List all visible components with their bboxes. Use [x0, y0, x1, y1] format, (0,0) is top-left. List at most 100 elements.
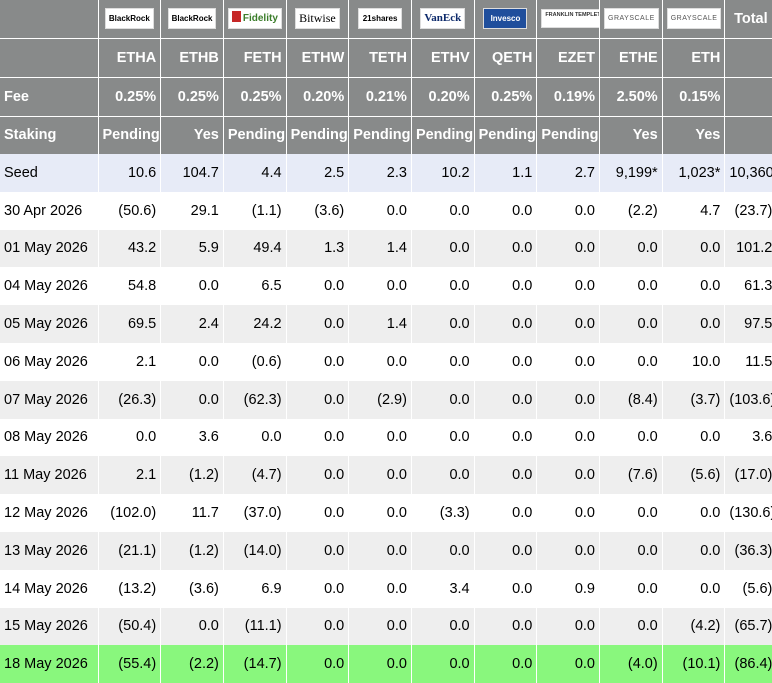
flow-cell: 0.0 — [286, 342, 350, 381]
staking-value: Yes — [662, 115, 726, 154]
flow-cell: 0.0 — [348, 191, 412, 230]
flow-cell: (5.6) — [662, 456, 726, 495]
ticker-header: ETHV — [411, 37, 475, 77]
total-cell: 101.2 — [724, 229, 772, 268]
flow-cell: 0.0 — [662, 418, 726, 457]
ticker-header: ETHB — [160, 37, 224, 77]
flow-cell: 0.0 — [474, 229, 538, 268]
flow-cell: 0.0 — [662, 569, 726, 608]
fee-value: 0.25% — [98, 76, 162, 116]
total-cell: (65.7) — [724, 607, 772, 646]
ticker-header: FETH — [223, 37, 287, 77]
flow-cell: (2.2) — [160, 645, 224, 683]
flow-cell: 0.0 — [474, 305, 538, 343]
flow-cell: (14.0) — [223, 531, 287, 570]
invesco-logo: Invesco — [483, 8, 528, 30]
flow-cell: 0.0 — [348, 342, 412, 381]
flow-cell: 43.2 — [98, 229, 162, 268]
issuer-logo: BlackRock — [98, 0, 162, 38]
date-cell: Seed — [0, 154, 99, 192]
flow-cell: 0.0 — [348, 645, 412, 683]
flow-cell: 0.0 — [348, 569, 412, 608]
flow-cell: 0.0 — [536, 380, 600, 419]
franklin-templeton-logo: FRANKLIN TEMPLETON — [541, 9, 599, 29]
flow-cell: 0.0 — [599, 342, 663, 381]
flow-cell: 11.7 — [160, 494, 224, 532]
flow-cell: 0.0 — [286, 418, 350, 457]
flow-cell: 1.4 — [348, 305, 412, 343]
flow-cell: 0.0 — [474, 380, 538, 419]
flow-cell: 0.0 — [411, 267, 475, 306]
flow-cell: (55.4) — [98, 645, 162, 683]
flow-cell: 0.0 — [536, 342, 600, 381]
flow-cell: 4.4 — [223, 154, 287, 192]
flow-cell: (14.7) — [223, 645, 287, 683]
flow-cell: 0.0 — [662, 267, 726, 306]
flow-cell: 0.0 — [411, 380, 475, 419]
flow-cell: 0.9 — [536, 569, 600, 608]
flow-cell: 0.0 — [286, 267, 350, 306]
ticker-row: ETHA ETHB FETH ETHW TETH ETHV QETH EZET … — [0, 37, 772, 77]
flow-cell: 0.0 — [599, 569, 663, 608]
ticker-header: EZET — [536, 37, 600, 77]
date-cell: 12 May 2026 — [0, 494, 99, 532]
fee-value: 0.25% — [160, 76, 224, 116]
flow-cell: (50.4) — [98, 607, 162, 646]
flow-cell: 0.0 — [411, 418, 475, 457]
flow-cell: (0.6) — [223, 342, 287, 381]
issuer-logo: Invesco — [474, 0, 538, 38]
flow-cell: 10.0 — [662, 342, 726, 381]
total-cell: (17.0) — [724, 456, 772, 495]
total-ticker-cell — [724, 37, 772, 77]
staking-value: Pending — [223, 115, 287, 154]
flow-cell: 0.0 — [599, 305, 663, 343]
flow-cell: 0.0 — [160, 342, 224, 381]
flow-cell: 10.6 — [98, 154, 162, 192]
flow-cell: (26.3) — [98, 380, 162, 419]
flow-cell: 5.9 — [160, 229, 224, 268]
total-cell: 61.3 — [724, 267, 772, 306]
flow-cell: 4.7 — [662, 191, 726, 230]
flow-cell: 0.0 — [474, 645, 538, 683]
flow-cell: (10.1) — [662, 645, 726, 683]
staking-value: Pending — [474, 115, 538, 154]
flow-cell: 2.3 — [348, 154, 412, 192]
fidelity-logo: Fidelity — [227, 8, 282, 30]
flow-cell: 0.0 — [286, 531, 350, 570]
21shares-logo: 21shares — [358, 8, 403, 30]
flow-cell: 0.0 — [411, 191, 475, 230]
grayscale-logo: GRAYSCALE — [604, 8, 659, 30]
flow-cell: 0.0 — [599, 229, 663, 268]
total-cell: (23.7) — [724, 191, 772, 230]
issuer-logo: GRAYSCALE — [662, 0, 726, 38]
table-row: 14 May 2026 (13.2) (3.6) 6.9 0.0 0.0 3.4 0.0 0.9… — [0, 569, 772, 608]
total-cell: (5.6) — [724, 569, 772, 608]
flow-cell: 0.0 — [474, 494, 538, 532]
flow-cell: 0.0 — [348, 607, 412, 646]
total-cell: (130.6) — [724, 494, 772, 532]
flow-cell: 0.0 — [662, 305, 726, 343]
table-row: 12 May 2026 (102.0) 11.7 (37.0) 0.0 0.0 (3.3) 0… — [0, 494, 772, 532]
date-cell: 30 Apr 2026 — [0, 191, 99, 230]
fee-value: 0.20% — [411, 76, 475, 116]
staking-value: Yes — [160, 115, 224, 154]
vaneck-logo: VanEck — [420, 8, 466, 30]
flow-cell: 54.8 — [98, 267, 162, 306]
fee-value: 0.15% — [662, 76, 726, 116]
flow-cell: 29.1 — [160, 191, 224, 230]
blackrock-logo: BlackRock — [104, 8, 154, 30]
flow-cell: 49.4 — [223, 229, 287, 268]
flow-cell: 0.0 — [662, 531, 726, 570]
flow-cell: 0.0 — [411, 305, 475, 343]
flow-rows: Seed 10.6 104.7 4.4 2.5 2.3 10.2 1.1 2.7 9,199* 1,… — [0, 154, 772, 683]
total-cell: 97.5 — [724, 305, 772, 343]
flow-cell: 0.0 — [286, 380, 350, 419]
flow-cell: 1.4 — [348, 229, 412, 268]
flow-cell: 0.0 — [536, 267, 600, 306]
date-cell: 07 May 2026 — [0, 380, 99, 419]
fee-value: 0.25% — [223, 76, 287, 116]
flow-cell: 3.6 — [160, 418, 224, 457]
flow-cell: 0.0 — [348, 267, 412, 306]
flow-cell: (2.9) — [348, 380, 412, 419]
issuer-logo: FRANKLIN TEMPLETON — [536, 0, 600, 38]
